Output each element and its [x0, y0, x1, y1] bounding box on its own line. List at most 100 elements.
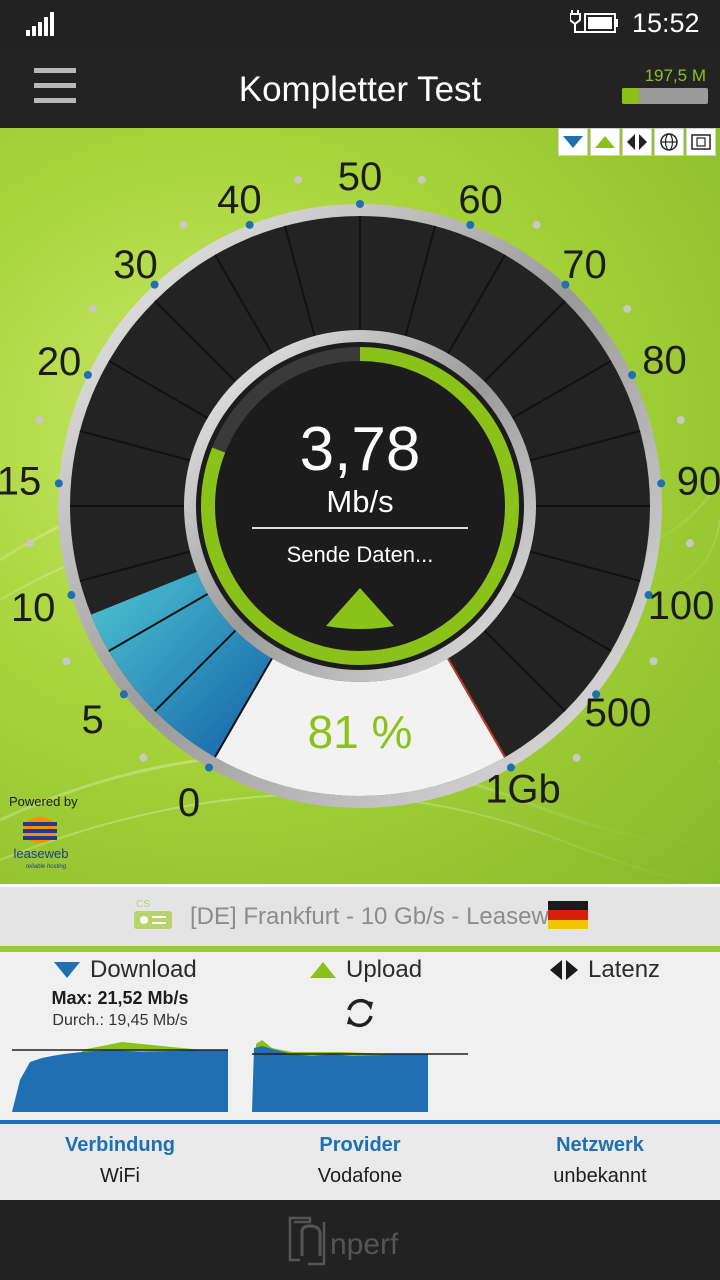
gauge-scale-label: 30 [113, 243, 158, 287]
upload-arrow-icon[interactable] [590, 128, 620, 156]
gauge-scale-label: 80 [642, 338, 687, 382]
provider-value: Vodafone [317, 1165, 403, 1187]
download-max: Max: 21,52 Mb/s [51, 988, 189, 1008]
footer: nperf [0, 1200, 720, 1280]
gauge-tick [54, 479, 63, 488]
gauge-minor-dot [88, 304, 97, 313]
gauge-tick [67, 591, 76, 600]
gauge-scale-label: 90 [677, 460, 720, 504]
gauge-tick [205, 763, 213, 772]
data-quota-fill [622, 88, 640, 104]
svg-text:leaseweb: leaseweb [14, 846, 69, 861]
battery-charging-icon [570, 10, 618, 33]
speed-unit: Mb/s [326, 484, 393, 519]
upload-arrow-icon [310, 962, 336, 978]
download-arrow-icon[interactable] [558, 128, 588, 156]
gauge-scale-label: 50 [338, 155, 383, 199]
upload-history-chart [252, 1040, 468, 1112]
download-average: Durch.: 19,45 Mb/s [52, 1012, 188, 1029]
server-icon: CS [134, 899, 172, 929]
download-chart-area [12, 1050, 228, 1112]
provider-label: Provider [319, 1134, 401, 1156]
refresh-icon [347, 998, 373, 1028]
page-title: Kompletter Test [238, 70, 482, 109]
clock: 15:52 [632, 8, 700, 38]
gauge-minor-dot [62, 657, 71, 666]
globe-icon[interactable] [654, 128, 684, 156]
provider: Provider Vodafone [240, 1134, 480, 1188]
svg-text:reliable hosting: reliable hosting [26, 864, 67, 870]
svg-text:CS: CS [136, 899, 150, 910]
gauge-tick [356, 200, 364, 208]
speed-gauge: 0 5 10 15 20 30 40 50 60 70 80 90 100 500 1Gb 3,78 Mb/… [0, 155, 720, 884]
germany-flag-icon [548, 901, 588, 929]
network-label: Netzwerk [556, 1134, 644, 1156]
gauge-scale-label: 60 [458, 178, 503, 222]
speed-value: 3,78 [300, 415, 421, 484]
gauge-minor-dot [139, 753, 148, 762]
download-header[interactable]: Download [54, 956, 197, 984]
gauge-minor-dot [417, 175, 426, 184]
leaseweb-logo[interactable]: leaseweb reliable hosting [10, 812, 72, 872]
server-selector[interactable]: CS [DE] Frankfurt - 10 Gb/s - Leaseweb [0, 884, 720, 946]
download-label: Download [90, 956, 197, 983]
gauge-scale-label: 1Gb [485, 767, 561, 811]
gauge-tick [466, 220, 475, 229]
progress-percent: 81 % [308, 706, 413, 758]
latency-arrows-icon[interactable] [622, 128, 652, 156]
flag-band [548, 910, 588, 920]
network: Netzwerk unbekannt [480, 1134, 720, 1188]
gauge-scale-label: 40 [217, 178, 262, 222]
network-value: unbekannt [553, 1165, 647, 1187]
gauge-scale-label: 15 [0, 459, 41, 503]
gauge-scale-label: 500 [585, 691, 652, 735]
gauge-minor-dot [649, 657, 658, 666]
gauge-minor-dot [179, 220, 188, 229]
gauge-panel: 0 5 10 15 20 30 40 50 60 70 80 90 100 500 1Gb 3,78 Mb/… [0, 128, 720, 884]
gauge-scale-label: 0 [178, 781, 200, 825]
upload-chart-area [252, 1046, 428, 1112]
gauge-minor-dot [35, 416, 44, 425]
gauge-tick [657, 479, 666, 488]
gauge-minor-dot [685, 539, 694, 548]
view-toolbar [556, 128, 716, 158]
connection-info: Verbindung WiFi Provider Vodafone Netzwe… [0, 1120, 720, 1200]
gauge-scale-label: 20 [37, 340, 82, 384]
data-quota-text: 197,5 M [644, 66, 706, 85]
download-arrow-icon [54, 962, 80, 978]
upload-label: Upload [346, 956, 423, 983]
upload-header[interactable]: Upload [310, 956, 422, 984]
signal-icon [26, 12, 54, 36]
results-panel: Download Upload Latenz Max: 21,52 Mb/s D… [0, 946, 720, 1120]
latency-header[interactable]: Latenz [550, 956, 660, 984]
download-history-chart [12, 1042, 228, 1112]
gauge-tick [628, 370, 637, 379]
film-icon[interactable] [686, 128, 716, 156]
gauge-minor-dot [26, 539, 35, 548]
gauge-minor-dot [623, 304, 632, 313]
gauge-scale-label: 5 [81, 698, 103, 742]
flag-band [548, 901, 588, 911]
gauge-minor-dot [676, 416, 685, 425]
gauge-minor-dot [572, 753, 581, 762]
test-status-text: Sende Daten... [287, 542, 434, 567]
gauge-tick [83, 370, 92, 379]
gauge-tick [119, 690, 128, 699]
gauge-scale-label: 100 [648, 584, 715, 628]
gauge-tick [245, 220, 254, 229]
gauge-minor-dot [532, 220, 541, 229]
powered-by-label: Powered by [9, 794, 78, 809]
status-bar: 15:52 [0, 0, 720, 50]
data-quota-bar [622, 88, 708, 104]
gauge-scale-label: 70 [562, 243, 607, 287]
server-label: [DE] Frankfurt - 10 Gb/s - Leaseweb [190, 903, 576, 930]
flag-band [548, 919, 588, 929]
gauge-scale-label: 10 [11, 586, 56, 630]
gauge-minor-dot [294, 175, 303, 184]
latency-arrows-icon [550, 960, 578, 980]
nperf-logo: nperf [288, 1216, 399, 1266]
connection-type: Verbindung WiFi [0, 1134, 240, 1188]
connection-type-value: WiFi [100, 1165, 140, 1187]
nperf-logo-text: nperf [330, 1228, 399, 1261]
title-bar: Kompletter Test 197,5 M [0, 50, 720, 128]
